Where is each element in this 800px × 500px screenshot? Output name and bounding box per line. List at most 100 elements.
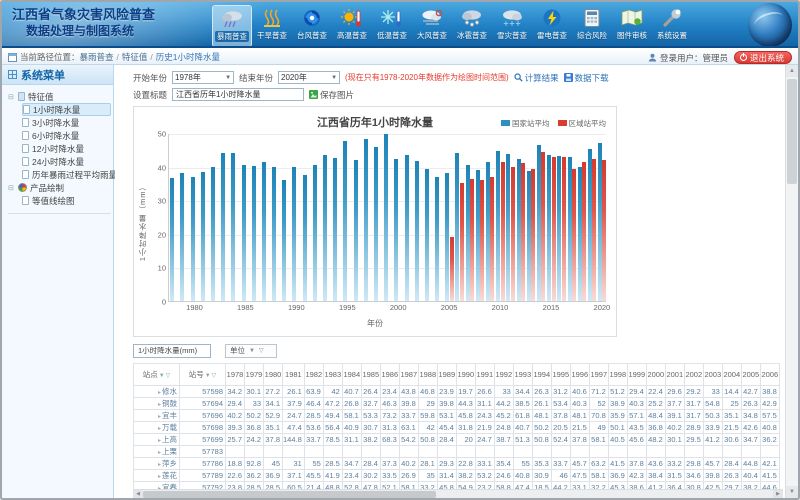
tree-group-1[interactable]: ⊟产品绘制 — [8, 181, 111, 194]
col-year[interactable]: 1979 — [245, 364, 264, 386]
value-cell: 51.2 — [608, 386, 627, 398]
table-row[interactable]: ▸萍乡5778618.892.845315528.534.728.437.340… — [134, 458, 780, 470]
col-year[interactable]: 1993 — [513, 364, 532, 386]
tree-group-0[interactable]: ⊟特征值 — [8, 90, 111, 103]
col-year[interactable]: 1983 — [323, 364, 342, 386]
col-year[interactable]: 1994 — [532, 364, 551, 386]
value-cell: 35.9 — [608, 410, 627, 422]
unit-filter[interactable]: 单位 ▼ ▽ — [225, 344, 277, 358]
col-year[interactable]: 2000 — [646, 364, 665, 386]
col-year[interactable]: 1990 — [456, 364, 475, 386]
expander-icon[interactable]: ⊟ — [8, 184, 15, 192]
tree-item[interactable]: 3小时降水量 — [22, 116, 111, 129]
col-year[interactable]: 1980 — [264, 364, 283, 386]
col-year[interactable]: 1985 — [361, 364, 380, 386]
end-year-select[interactable]: 2020年▼ — [278, 71, 340, 84]
col-year[interactable]: 1996 — [570, 364, 589, 386]
toolbar-item-snow-thermo[interactable]: 低温普查 — [372, 5, 412, 47]
col-year[interactable]: 1991 — [475, 364, 494, 386]
breadcrumb-item[interactable]: 历史1小时降水量 — [156, 52, 220, 62]
col-year[interactable]: 1978 — [226, 364, 245, 386]
table-row[interactable]: ▸铜鼓5769429.43334.137.946.447.226.832.746… — [134, 398, 780, 410]
save-image-button[interactable]: 保存图片 — [309, 89, 354, 101]
toolbar-item-typhoon[interactable]: 台风普查 — [292, 5, 332, 47]
scroll-up-arrow[interactable]: ▲ — [786, 65, 798, 77]
bar-national — [262, 162, 266, 301]
col-year[interactable]: 1988 — [418, 364, 437, 386]
col-year[interactable]: 1989 — [437, 364, 456, 386]
col-year[interactable]: 1987 — [399, 364, 418, 386]
row-expander-icon[interactable]: ▸ — [158, 390, 161, 396]
toolbar-item-sun-thermo[interactable]: 高温普查 — [332, 5, 372, 47]
value-cell: 28.4 — [361, 458, 380, 470]
col-year[interactable]: 2005 — [741, 364, 760, 386]
row-expander-icon[interactable]: ▸ — [158, 462, 161, 468]
col-year[interactable]: 2001 — [665, 364, 684, 386]
row-expander-icon[interactable]: ▸ — [158, 414, 161, 420]
toolbar-item-map[interactable]: 图件审核 — [612, 5, 652, 47]
col-id[interactable]: 站号▼▽ — [180, 364, 226, 386]
col-year[interactable]: 1995 — [551, 364, 570, 386]
table-row[interactable]: ▸修水5759834.230.127.226.163.94240.726.423… — [134, 386, 780, 398]
main-vertical-scrollbar[interactable]: ▲ ▼ — [785, 65, 798, 498]
value-cell: 25 — [722, 398, 741, 410]
value-cell: 22.6 — [226, 470, 245, 482]
toolbar-item-lightning[interactable]: 雷电普查 — [532, 5, 572, 47]
hscroll-thumb[interactable] — [143, 491, 436, 498]
col-year[interactable]: 1997 — [589, 364, 608, 386]
col-year[interactable]: 2002 — [684, 364, 703, 386]
col-year[interactable]: 1982 — [304, 364, 323, 386]
col-year[interactable]: 1999 — [627, 364, 646, 386]
page-icon — [22, 170, 29, 179]
toolbar-item-heat[interactable]: 干旱普查 — [252, 5, 292, 47]
row-expander-icon[interactable]: ▸ — [158, 438, 161, 444]
col-year[interactable]: 1992 — [494, 364, 513, 386]
row-expander-icon[interactable]: ▸ — [158, 450, 161, 456]
logout-button[interactable]: 退出系统 — [734, 51, 792, 64]
table-row[interactable]: ▸万载5769839.336.835.147.453.656.440.930.7… — [134, 422, 780, 434]
col-year[interactable]: 2004 — [722, 364, 741, 386]
col-year[interactable]: 1984 — [342, 364, 361, 386]
col-station[interactable]: 站点▼▽ — [134, 364, 180, 386]
tree-item[interactable]: 1小时降水量 — [22, 103, 111, 116]
col-year[interactable]: 1986 — [380, 364, 399, 386]
tree-item[interactable]: 6小时降水量 — [22, 129, 111, 142]
toolbar-item-hail[interactable]: 冰雹普查 — [452, 5, 492, 47]
table-row[interactable]: ▸上栗57783 — [134, 446, 780, 458]
value-type-box[interactable]: 1小时降水量(mm) — [133, 344, 211, 358]
scroll-left-arrow[interactable]: ◀ — [133, 490, 143, 498]
table-horizontal-scrollbar[interactable]: ◀ ▶ — [133, 489, 783, 498]
start-year-select[interactable]: 1978年▼ — [172, 71, 234, 84]
calc-result-button[interactable]: 计算结果 — [514, 72, 559, 84]
chart-title-input[interactable] — [172, 88, 304, 101]
expander-icon[interactable]: ⊟ — [8, 93, 15, 101]
tree-item[interactable]: 24小时降水量 — [22, 155, 111, 168]
toolbar-item-wrench[interactable]: 系统设置 — [652, 5, 692, 47]
col-year[interactable]: 2003 — [703, 364, 722, 386]
toolbar-item-wind-cloud[interactable]: 大风普查 — [412, 5, 452, 47]
col-year[interactable]: 1981 — [283, 364, 305, 386]
toolbar-item-calculator[interactable]: 综合风险 — [572, 5, 612, 47]
vscroll-thumb[interactable] — [787, 79, 797, 184]
breadcrumb-item[interactable]: 特征值 — [122, 52, 148, 62]
table-row[interactable]: ▸上高5769925.724.237.8144.833.778.531.138.… — [134, 434, 780, 446]
scroll-right-arrow[interactable]: ▶ — [773, 490, 783, 498]
scroll-down-arrow[interactable]: ▼ — [786, 486, 798, 498]
toolbar-item-snow-cloud[interactable]: 雪灾普查 — [492, 5, 532, 47]
row-expander-icon[interactable]: ▸ — [158, 402, 161, 408]
col-year[interactable]: 2006 — [760, 364, 779, 386]
tree-item[interactable]: 历年暴雨过程平均雨量 — [22, 168, 111, 181]
table-row[interactable]: ▸莲花5778922.636.236.937.145.541.923.430.2… — [134, 470, 780, 482]
breadcrumb-item[interactable]: 暴雨普查 — [80, 52, 114, 62]
toolbar-item-rain-cloud[interactable]: 暴雨普查 — [212, 5, 252, 47]
value-cell: 35.4 — [494, 458, 513, 470]
row-expander-icon[interactable]: ▸ — [158, 426, 161, 432]
table-row[interactable]: ▸宜丰5769640.250.252.924.728.549.458.153.3… — [134, 410, 780, 422]
tree-item[interactable]: 等值线绘图 — [22, 194, 111, 207]
value-cell: 36.2 — [760, 434, 779, 446]
col-year[interactable]: 1998 — [608, 364, 627, 386]
value-cell — [627, 446, 646, 458]
row-expander-icon[interactable]: ▸ — [158, 474, 161, 480]
data-download-button[interactable]: 数据下载 — [564, 72, 609, 84]
tree-item[interactable]: 12小时降水量 — [22, 142, 111, 155]
